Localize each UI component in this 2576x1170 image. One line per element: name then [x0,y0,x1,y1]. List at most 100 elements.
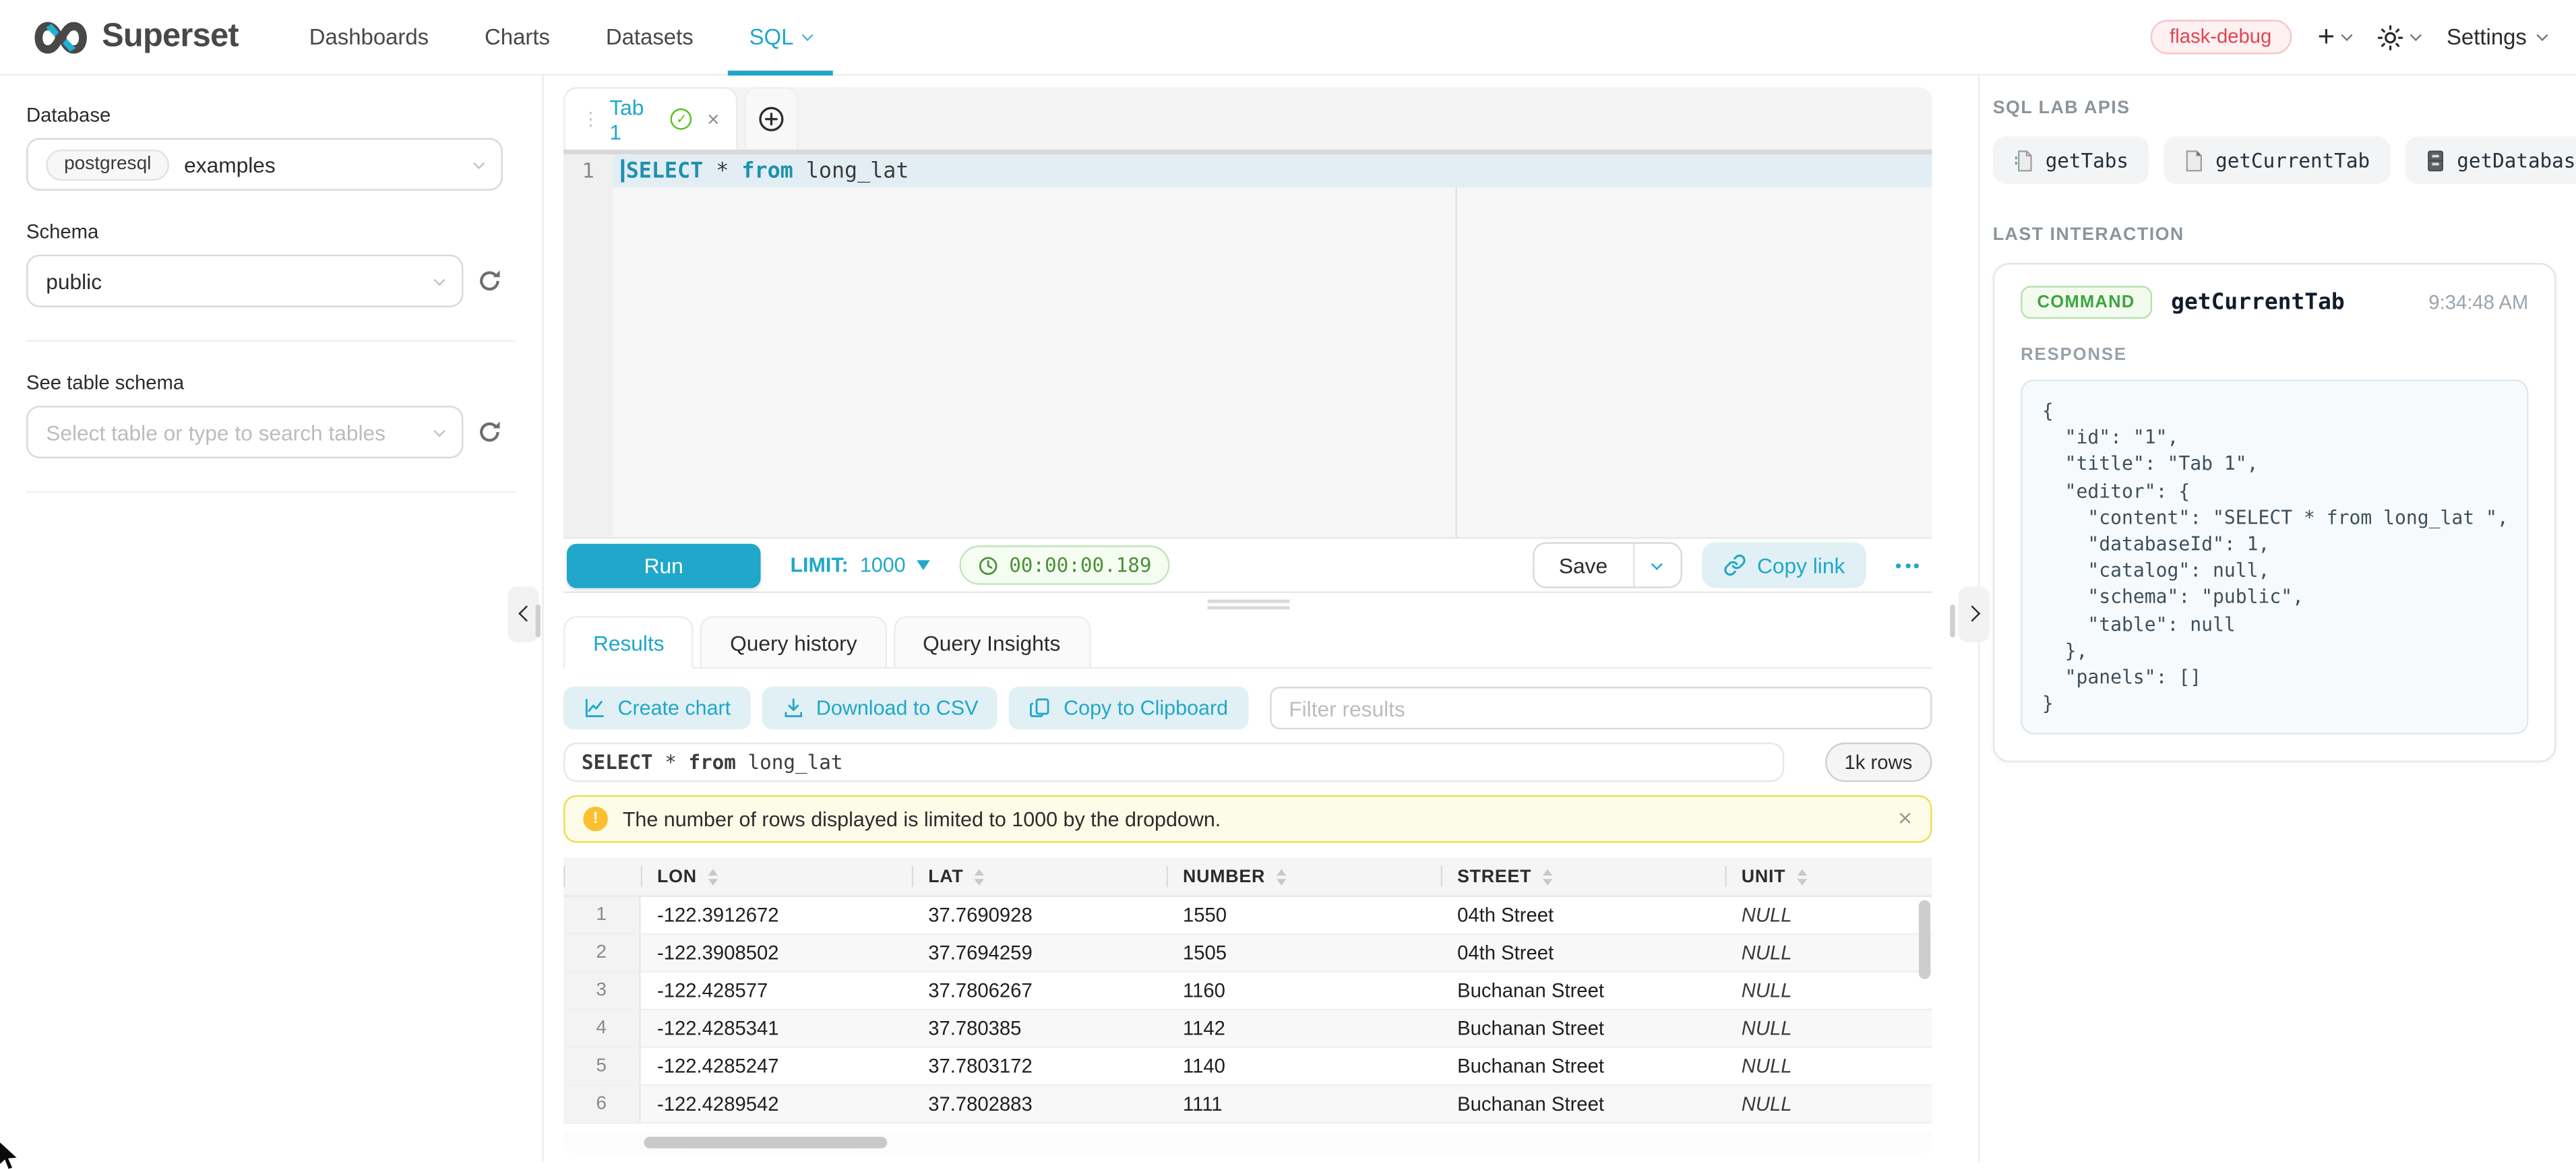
schema-select[interactable]: public [26,255,463,307]
document-tabs-icon [2013,149,2034,172]
limit-dropdown[interactable]: LIMIT: 1000 [790,553,930,576]
copy-link-button[interactable]: Copy link [1701,542,1866,588]
column-header-lon[interactable]: LON [641,857,912,895]
sql-code-editor[interactable]: 1 SELECT * from long_lat [563,154,1932,537]
tab-results[interactable]: Results [563,616,694,669]
editor-tab-1[interactable]: ⋮ Tab 1 ✓ × [563,87,737,150]
scrollbar-thumb[interactable] [644,1137,888,1148]
table-select-placeholder: Select table or type to search tables [46,420,386,445]
chevron-down-icon [2410,30,2422,41]
command-badge: COMMAND [2021,286,2151,319]
drag-handle-icon[interactable]: ⋮ [582,109,598,130]
divider [563,150,1932,154]
vertical-scrollbar-thumb[interactable] [1919,900,1930,979]
add-tab-button[interactable] [744,87,798,150]
table-row[interactable]: 4 -122.4285341 37.780385 1142 Buchanan S… [563,1010,1932,1048]
command-timestamp: 9:34:48 AM [2428,290,2528,313]
sql-lab-sidebar: Database postgresql examples Schema publ… [0,75,544,1161]
file-cabinet-icon [2424,149,2446,172]
chevron-down-icon [2536,30,2548,41]
scrollbar-thumb[interactable] [1950,605,1955,638]
table-row[interactable]: 2 -122.3908502 37.7694259 1505 04th Stre… [563,935,1932,973]
collapse-sidebar-button[interactable] [508,586,539,642]
schema-label: Schema [26,220,503,243]
settings-menu[interactable]: Settings [2447,25,2546,50]
sql-editor-pane: ⋮ Tab 1 ✓ × 1 [544,75,1978,1161]
warning-icon: ! [583,807,608,832]
column-header-street[interactable]: STREET [1441,857,1725,895]
nav-item-datasets[interactable]: Datasets [578,0,721,75]
sun-icon [2378,24,2404,50]
table-select[interactable]: Select table or type to search tables [26,406,463,458]
collapse-right-panel-button[interactable] [1959,586,1990,642]
sort-icon[interactable] [1543,868,1553,884]
tab-query-history[interactable]: Query history [700,616,886,667]
superset-infinity-icon [33,19,89,55]
pane-splitter[interactable] [563,593,1932,616]
column-header-unit[interactable]: UNIT [1725,857,1932,895]
table-row[interactable]: 3 -122.428577 37.7806267 1160 Buchanan S… [563,973,1932,1010]
row-number-header [563,857,641,895]
sql-lab-window: Superset Dashboards Charts Datasets SQL … [0,0,2576,1161]
tab-query-insights[interactable]: Query Insights [893,616,1090,667]
run-query-button[interactable]: Run [567,543,761,588]
more-actions-button[interactable] [1886,556,1928,574]
get-tabs-button[interactable]: getTabs [1993,136,2149,184]
page-body: Database postgresql examples Schema publ… [0,75,2576,1161]
chevron-down-icon [433,425,445,436]
sort-icon[interactable] [708,868,718,884]
download-csv-button[interactable]: Download to CSV [762,687,998,729]
plus-circle-icon [758,105,785,133]
editor-gutter: 1 [563,154,613,537]
save-button[interactable]: Save [1534,544,1632,586]
table-row[interactable]: 5 -122.4285247 37.7803172 1140 Buchanan … [563,1048,1932,1086]
sort-icon[interactable] [1797,868,1807,884]
chevron-down-icon [2341,30,2353,41]
table-row[interactable]: 1 -122.3912672 37.7690928 1550 04th Stre… [563,897,1932,935]
scrollbar-thumb[interactable] [534,605,539,638]
download-icon [782,697,805,720]
sort-icon[interactable] [975,868,985,884]
nav-item-sql[interactable]: SQL [721,0,840,75]
navbar: Superset Dashboards Charts Datasets SQL … [0,0,2576,75]
refresh-schemas-icon[interactable] [477,268,503,294]
results-table: LON LAT NUMBER STREET UNIT 1 -122.391267… [563,857,1932,1153]
save-options-button[interactable] [1632,544,1680,586]
nav-item-dashboards[interactable]: Dashboards [281,0,456,75]
text-cursor [621,159,624,182]
results-table-header: LON LAT NUMBER STREET UNIT [563,857,1932,897]
database-label: Database [26,104,503,127]
copy-to-clipboard-button[interactable]: Copy to Clipboard [1010,687,1248,729]
nav-item-charts[interactable]: Charts [457,0,578,75]
editor-code-area[interactable]: SELECT * from long_lat [613,154,1932,537]
plus-icon: + [2318,20,2335,50]
refresh-tables-icon[interactable] [477,419,503,445]
editor-tabstrip: ⋮ Tab 1 ✓ × [563,87,1932,150]
new-item-menu[interactable]: + [2318,24,2352,50]
timer-value: 00:00:00.189 [1009,553,1151,576]
table-row[interactable]: 6 -122.4289542 37.7802883 1111 Buchanan … [563,1086,1932,1123]
get-current-tab-button[interactable]: getCurrentTab [2163,136,2389,184]
theme-menu[interactable] [2378,24,2420,50]
sql-lab-apis-panel: SQL LAB APIS getTabs get [1978,75,2576,1161]
database-value: examples [184,152,276,177]
close-tab-icon[interactable]: × [707,106,720,131]
column-header-lat[interactable]: LAT [912,857,1167,895]
last-interaction-header: LAST INTERACTION [1993,225,2556,245]
apis-header: SQL LAB APIS [1993,98,2556,118]
results-actions: Create chart Download to CSV Copy to Cli… [563,687,1932,729]
command-name: getCurrentTab [2171,289,2345,315]
close-alert-icon[interactable]: × [1898,805,1912,832]
sort-icon[interactable] [1277,868,1287,884]
chevron-down-icon [1651,557,1663,569]
create-chart-button[interactable]: Create chart [563,687,750,729]
filter-results-input[interactable] [1269,687,1932,729]
database-select[interactable]: postgresql examples [26,138,503,191]
horizontal-scrollbar[interactable] [563,1132,1932,1153]
api-buttons: getTabs getCurrentTab [1993,136,2556,184]
superset-logo[interactable]: Superset [33,18,239,56]
database-engine-tag: postgresql [46,149,169,180]
schema-value: public [46,269,102,294]
get-databases-button[interactable]: getDatabases [2404,136,2576,184]
column-header-number[interactable]: NUMBER [1167,857,1441,895]
